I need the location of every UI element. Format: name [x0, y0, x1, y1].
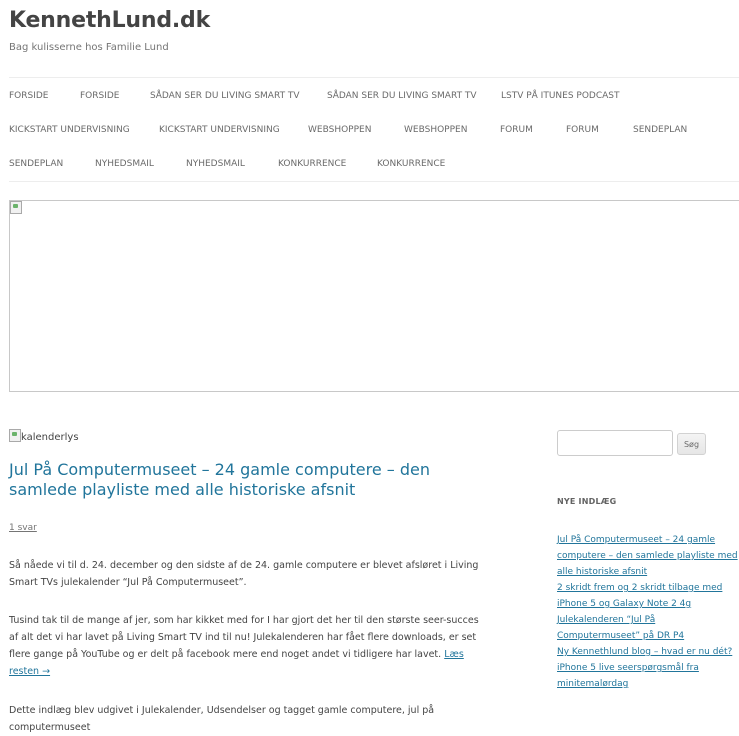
recent-post-item: 2 skridt frem og 2 skridt tilbage med iP…	[557, 580, 739, 612]
nav-row-3: SENDEPLAN NYHEDSMAIL NYHEDSMAIL KONKURRE…	[9, 159, 739, 173]
nav-item-webshoppen[interactable]: WEBSHOPPEN	[308, 125, 371, 135]
post-paragraph-2-text: Tusind tak til de mange af jer, som har …	[9, 615, 479, 660]
post-thumbnail[interactable]: kalenderlys	[9, 429, 79, 443]
recent-post-link[interactable]: iPhone 5 live seerspørgsmål fra minitema…	[557, 663, 699, 689]
nav-row-1: FORSIDE FORSIDE SÅDAN SER DU LIVING SMAR…	[9, 91, 739, 105]
recent-post-item: Jul På Computermuseet – 24 gamle compute…	[557, 532, 739, 580]
nav-item-itunes-podcast[interactable]: LSTV PÅ ITUNES PODCAST	[501, 91, 620, 101]
recent-post-link[interactable]: Ny Kennethlund blog – hvad er nu dét?	[557, 647, 732, 657]
nav-item-webshoppen-2[interactable]: WEBSHOPPEN	[404, 125, 467, 135]
post-paragraph-1: Så nåede vi til d. 24. december og den s…	[9, 560, 479, 588]
post-thumbnail-alt: kalenderlys	[21, 432, 79, 443]
comments-link[interactable]: 1 svar	[9, 523, 37, 533]
recent-post-item: Julekalenderen “Jul På Computermuseet” p…	[557, 612, 739, 644]
search-button[interactable]: Søg	[677, 433, 706, 455]
post-paragraph-2: Tusind tak til de mange af jer, som har …	[9, 612, 489, 680]
nav-item-konkurrence-2[interactable]: KONKURRENCE	[377, 159, 445, 169]
post-meta: Dette indlæg blev udgivet i Julekalender…	[9, 705, 435, 733]
nav-bottom-border	[9, 181, 739, 182]
broken-image-icon	[10, 201, 22, 214]
nav-item-forside-2[interactable]: FORSIDE	[80, 91, 120, 101]
nav-item-nyhedsmail-2[interactable]: NYHEDSMAIL	[186, 159, 245, 169]
nav-item-kickstart-2[interactable]: KICKSTART UNDERVISNING	[159, 125, 280, 135]
recent-post-link[interactable]: Jul På Computermuseet – 24 gamle compute…	[557, 535, 738, 577]
recent-posts-title: NYE INDLÆG	[557, 497, 617, 506]
recent-post-link[interactable]: 2 skridt frem og 2 skridt tilbage med iP…	[557, 583, 722, 609]
nav-item-kickstart[interactable]: KICKSTART UNDERVISNING	[9, 125, 130, 135]
site-description: Bag kulisserne hos Familie Lund	[9, 42, 169, 53]
nav-item-sendeplan[interactable]: SENDEPLAN	[633, 125, 687, 135]
nav-item-konkurrence[interactable]: KONKURRENCE	[278, 159, 346, 169]
broken-image-icon	[9, 429, 21, 442]
nav-item-forside[interactable]: FORSIDE	[9, 91, 49, 101]
recent-post-link[interactable]: Julekalenderen “Jul På Computermuseet” p…	[557, 615, 684, 641]
recent-post-item: iPhone 5 live seerspørgsmål fra minitema…	[557, 660, 739, 692]
nav-item-forum-2[interactable]: FORUM	[566, 125, 599, 135]
nav-item-saadan-ser-du-2[interactable]: SÅDAN SER DU LIVING SMART TV	[327, 91, 477, 101]
header-banner-image[interactable]	[9, 200, 739, 392]
nav-item-nyhedsmail[interactable]: NYHEDSMAIL	[95, 159, 154, 169]
recent-posts-list: Jul På Computermuseet – 24 gamle compute…	[557, 532, 739, 692]
nav-item-forum[interactable]: FORUM	[500, 125, 533, 135]
recent-post-item: Ny Kennethlund blog – hvad er nu dét?	[557, 644, 739, 660]
search-input[interactable]	[557, 430, 673, 456]
post-title[interactable]: Jul På Computermuseet – 24 gamle compute…	[9, 460, 479, 500]
nav-top-border	[9, 77, 739, 78]
nav-row-2: KICKSTART UNDERVISNING KICKSTART UNDERVI…	[9, 125, 739, 139]
site-title[interactable]: KennethLund.dk	[9, 8, 210, 33]
nav-item-saadan-ser-du[interactable]: SÅDAN SER DU LIVING SMART TV	[150, 91, 300, 101]
nav-item-sendeplan-2[interactable]: SENDEPLAN	[9, 159, 63, 169]
